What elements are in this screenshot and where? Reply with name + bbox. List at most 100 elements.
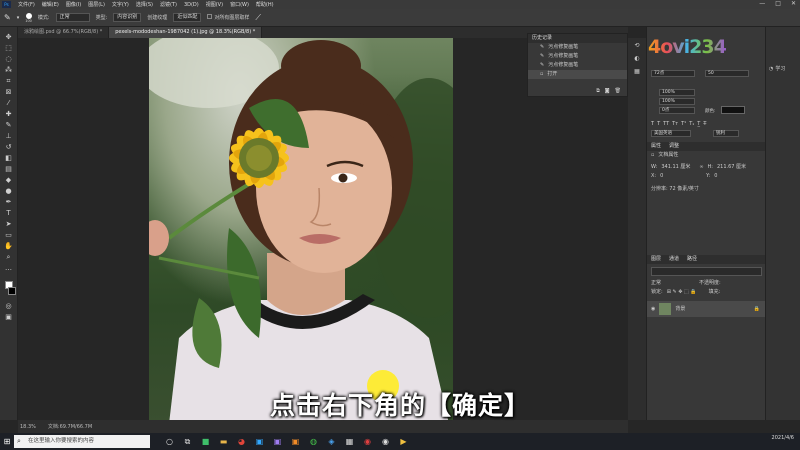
lasso-tool-icon[interactable]: ◌ bbox=[4, 55, 14, 63]
close-button[interactable]: ✕ bbox=[791, 0, 796, 7]
crop-tool-icon[interactable]: ⌗ bbox=[4, 77, 14, 85]
menu-file[interactable]: 文件(F) bbox=[18, 1, 35, 8]
screen-record-icon[interactable]: ◉ bbox=[380, 436, 391, 447]
tab-channels[interactable]: 通道 bbox=[669, 255, 679, 264]
tab-layers[interactable]: 图层 bbox=[651, 255, 661, 264]
language-select[interactable]: 美国英语 bbox=[651, 130, 691, 137]
windows-start-icon[interactable]: ⊞ bbox=[0, 433, 14, 450]
tab-adjustments[interactable]: 调整 bbox=[669, 142, 679, 151]
tab-pexels-jpg[interactable]: pexels-mododeshan-1987042 (1).jpg @ 18.3… bbox=[109, 27, 263, 38]
sample-all-layers-toggle[interactable]: 对所有图层取样 bbox=[207, 14, 249, 21]
learn-button[interactable]: ◔ 学习 bbox=[769, 65, 785, 73]
history-item[interactable]: ✎ 污点修复画笔 bbox=[528, 52, 627, 61]
background-color-swatch[interactable] bbox=[7, 287, 16, 295]
maximize-button[interactable]: □ bbox=[775, 0, 781, 7]
layer-name[interactable]: 背景 bbox=[675, 305, 685, 314]
blend-mode-select[interactable]: 正常 bbox=[651, 279, 695, 288]
leading-field[interactable]: 50 bbox=[705, 70, 749, 77]
stamp-tool-icon[interactable]: ⊥ bbox=[4, 132, 14, 140]
document-image[interactable] bbox=[149, 38, 453, 424]
font-size-field[interactable]: 72点 bbox=[651, 70, 695, 77]
app-media-icon[interactable]: ▶ bbox=[398, 436, 409, 447]
history-icon[interactable]: ⟲ bbox=[634, 42, 639, 49]
menu-select[interactable]: 选择(S) bbox=[136, 1, 153, 8]
faux-italic-button[interactable]: T bbox=[657, 121, 660, 127]
wechat-icon[interactable]: ◍ bbox=[308, 436, 319, 447]
layer-filter-bar[interactable] bbox=[651, 267, 762, 276]
blur-tool-icon[interactable]: ◆ bbox=[4, 176, 14, 184]
text-color-swatch[interactable] bbox=[721, 106, 745, 114]
chevron-down-icon[interactable]: ▾ bbox=[17, 15, 20, 21]
trash-icon[interactable]: 🗑 bbox=[615, 88, 621, 94]
move-tool-icon[interactable]: ✥ bbox=[4, 33, 14, 41]
dodge-tool-icon[interactable]: ● bbox=[4, 187, 14, 195]
y-value[interactable]: 0 bbox=[714, 172, 717, 181]
task-view-icon[interactable]: ○ bbox=[164, 436, 175, 447]
path-select-tool-icon[interactable]: ➤ bbox=[4, 220, 14, 228]
brush-tool-icon[interactable]: ✎ bbox=[4, 121, 14, 129]
eraser-tool-icon[interactable]: ◧ bbox=[4, 154, 14, 162]
x-value[interactable]: 0 bbox=[660, 172, 702, 181]
app-green-icon[interactable]: ■ bbox=[200, 436, 211, 447]
screen-mode-icon[interactable]: ▣ bbox=[4, 313, 14, 321]
tab-doodle-psd[interactable]: 涂鸦绘图.psd @ 66.7%(RGB/8) * bbox=[18, 27, 110, 38]
eyedropper-tool-icon[interactable]: ⁄ bbox=[4, 99, 14, 107]
swatches-icon[interactable]: ▦ bbox=[634, 68, 640, 75]
color-icon[interactable]: ◐ bbox=[634, 55, 639, 62]
subscript-button[interactable]: T₁ bbox=[689, 121, 694, 127]
menu-layer[interactable]: 图层(L) bbox=[88, 1, 105, 8]
app-gray-icon[interactable]: ▦ bbox=[344, 436, 355, 447]
tab-properties[interactable]: 属性 bbox=[651, 142, 661, 151]
history-panel-title[interactable]: 历史记录 bbox=[532, 34, 552, 43]
app-blue-icon[interactable]: ◈ bbox=[326, 436, 337, 447]
type-proximity-match[interactable]: 近似匹配 bbox=[173, 13, 202, 22]
w-value[interactable]: 341.11 厘米 bbox=[661, 163, 695, 172]
mode-select[interactable]: 正常 bbox=[55, 13, 90, 22]
faux-bold-button[interactable]: T bbox=[651, 121, 654, 127]
healing-tool-icon[interactable]: ✚ bbox=[4, 110, 14, 118]
pen-tool-icon[interactable]: ✒ bbox=[4, 198, 14, 206]
menu-3d[interactable]: 3D(D) bbox=[184, 2, 199, 8]
small-caps-button[interactable]: Tт bbox=[672, 121, 678, 127]
new-document-icon[interactable]: ⧉ bbox=[596, 88, 600, 94]
history-brush-icon[interactable]: ↺ bbox=[4, 143, 14, 151]
menu-help[interactable]: 帮助(H) bbox=[256, 1, 274, 8]
menu-image[interactable]: 图像(I) bbox=[66, 1, 81, 8]
history-item[interactable]: ▫ 打开 bbox=[528, 70, 627, 79]
quick-mask-icon[interactable]: ◎ bbox=[4, 302, 14, 310]
tab-paths[interactable]: 路径 bbox=[687, 255, 697, 264]
all-caps-button[interactable]: TT bbox=[663, 121, 669, 127]
frame-tool-icon[interactable]: ⊠ bbox=[4, 88, 14, 96]
shape-tool-icon[interactable]: ▭ bbox=[4, 231, 14, 239]
app-orange-icon[interactable]: ▣ bbox=[290, 436, 301, 447]
h-value[interactable]: 211.67 厘米 bbox=[717, 163, 746, 172]
brush-preset-picker[interactable]: 100 bbox=[25, 12, 32, 23]
taskbar-search-input[interactable]: 在这里输入你要搜索的内容 bbox=[14, 435, 150, 448]
menu-edit[interactable]: 编辑(E) bbox=[42, 1, 59, 8]
chrome-icon[interactable]: ◕ bbox=[236, 436, 247, 447]
marquee-tool-icon[interactable]: ⬚ bbox=[4, 44, 14, 52]
lock-icon[interactable]: ⊞ ✎ ✥ ⬚ 🔒 bbox=[667, 288, 697, 297]
premiere-icon[interactable]: ▣ bbox=[272, 436, 283, 447]
document-info[interactable]: 文档:69.7M/66.7M bbox=[48, 423, 92, 430]
baseline-shift-field[interactable]: 0点 bbox=[659, 107, 695, 114]
app-red-icon[interactable]: ◉ bbox=[362, 436, 373, 447]
type-content-aware[interactable]: 内容识别 bbox=[113, 13, 142, 22]
menu-filter[interactable]: 滤镜(T) bbox=[160, 1, 177, 8]
menu-type[interactable]: 文字(Y) bbox=[112, 1, 129, 8]
zoom-level[interactable]: 18.3% bbox=[20, 424, 36, 430]
anti-alias-select[interactable]: 锐利 bbox=[713, 130, 739, 137]
underline-button[interactable]: T̲ bbox=[697, 121, 700, 127]
zoom-tool-icon[interactable]: ⌕ bbox=[4, 253, 14, 261]
folder-icon[interactable]: ▬ bbox=[218, 436, 229, 447]
more-tools-icon[interactable]: … bbox=[4, 264, 14, 272]
healing-brush-icon[interactable]: ✎ bbox=[4, 13, 11, 22]
layer-row-background[interactable]: ◉ 背景 🔒 bbox=[647, 301, 766, 317]
menu-window[interactable]: 窗口(W) bbox=[230, 1, 249, 8]
photoshop-taskbar-icon[interactable]: ▣ bbox=[254, 436, 265, 447]
menu-view[interactable]: 视图(V) bbox=[206, 1, 223, 8]
task-switch-icon[interactable]: ⧉ bbox=[182, 436, 193, 447]
hand-tool-icon[interactable]: ✋ bbox=[4, 242, 14, 250]
pressure-icon[interactable]: ⟋ bbox=[255, 13, 261, 23]
type-create-texture[interactable]: 创建纹理 bbox=[147, 14, 167, 21]
